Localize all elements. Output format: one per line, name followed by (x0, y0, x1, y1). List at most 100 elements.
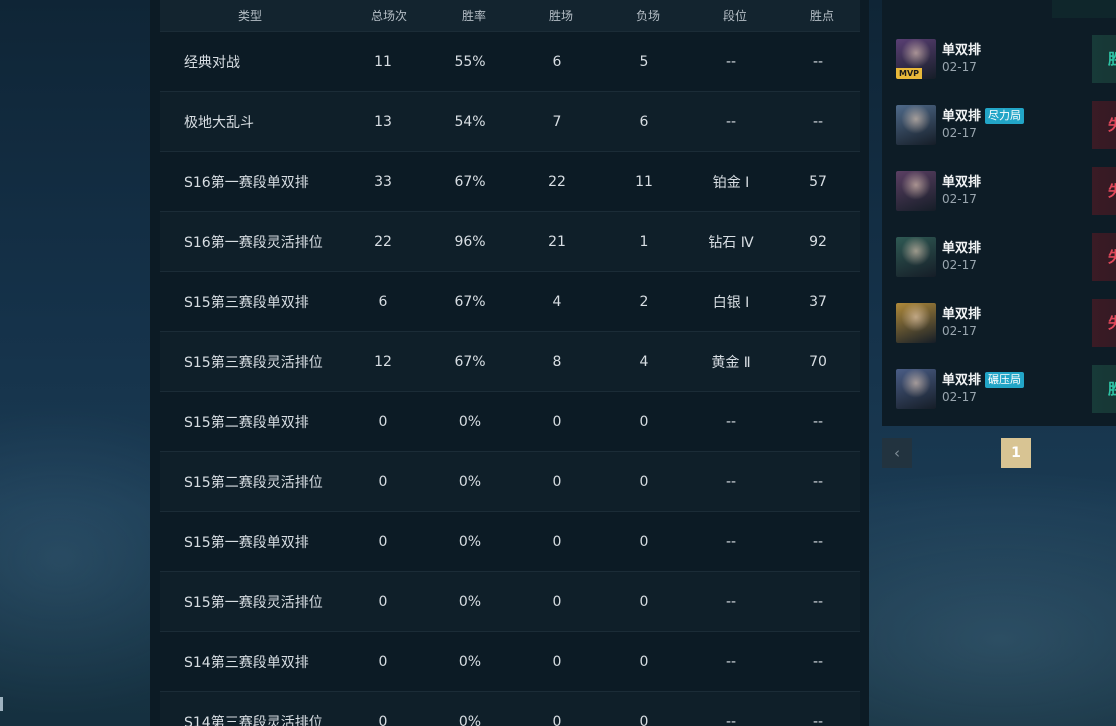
header-rank: 段位 (722, 9, 747, 23)
champion-icon (896, 105, 936, 145)
page-button-current[interactable]: 1 (1001, 438, 1031, 468)
cell-rank: -- (725, 53, 737, 70)
match-mode-label: 单双排 (942, 109, 982, 124)
cell-wins: 4 (552, 293, 562, 310)
cell-total: 0 (378, 533, 388, 550)
match-date: 02-17 (942, 126, 977, 140)
match-item[interactable]: 单双排 02-17 失败 (896, 297, 1116, 349)
cell-losses: 11 (635, 173, 653, 190)
cell-wins: 6 (552, 53, 562, 70)
cell-rate: 0% (458, 473, 482, 490)
champion-icon (896, 171, 936, 211)
rank-stats-table: 类型 总场次 胜率 胜场 负场 段位 胜点 经典对战 11 55% 6 5 -- -- 极地大… (160, 0, 860, 726)
cell-rank: -- (725, 413, 737, 430)
header-total: 总场次 (370, 9, 407, 23)
cell-wins: 0 (552, 713, 562, 726)
match-mode-label: 单双排 (942, 307, 982, 322)
match-mode: 单双排 碾压局 (942, 369, 1025, 388)
table-row: S15第一赛段单双排 0 0% 0 0 -- -- (160, 511, 860, 571)
cell-wins: 0 (552, 593, 562, 610)
match-mode-label: 单双排 (942, 241, 982, 256)
cell-rank: -- (725, 593, 737, 610)
match-result: 失败 (1092, 167, 1116, 215)
match-item[interactable]: MVP 单双排 02-17 胜利 (896, 33, 1116, 85)
champion-icon: MVP (896, 39, 936, 79)
cell-type: S15第三赛段单双排 (184, 294, 309, 311)
header-type: 类型 (237, 9, 262, 23)
scroll-edge-mark (0, 697, 3, 711)
cell-rate: 0% (458, 593, 482, 610)
cell-total: 13 (374, 113, 392, 130)
match-mode: 单双排 (942, 303, 981, 322)
cell-lp: -- (812, 413, 824, 430)
cell-losses: 6 (639, 113, 649, 130)
match-tag: 碾压局 (985, 372, 1025, 388)
cell-losses: 4 (639, 353, 649, 370)
cell-lp: 57 (809, 173, 827, 190)
prev-page-button[interactable]: ‹ (882, 438, 912, 468)
table-row: S14第三赛段单双排 0 0% 0 0 -- -- (160, 631, 860, 691)
cell-rate: 67% (454, 353, 486, 370)
cell-rank: -- (725, 533, 737, 550)
cell-lp: -- (812, 593, 824, 610)
cell-lp: 37 (809, 293, 827, 310)
champion-icon (896, 237, 936, 277)
cell-rank: -- (725, 713, 737, 726)
match-result: 失败 (1092, 233, 1116, 281)
cell-type: S15第三赛段灵活排位 (184, 354, 323, 371)
cell-rate: 67% (454, 293, 486, 310)
cell-losses: 0 (639, 533, 649, 550)
match-mode-label: 单双排 (942, 175, 982, 190)
cell-wins: 0 (552, 413, 562, 430)
cell-wins: 0 (552, 533, 562, 550)
cell-rate: 0% (458, 713, 482, 726)
match-mode: 单双排 (942, 237, 981, 256)
cell-rank: 黄金 Ⅱ (711, 354, 751, 371)
cell-rate: 67% (454, 173, 486, 190)
match-item[interactable]: 单双排 02-17 失败 (896, 165, 1116, 217)
cell-rank: -- (725, 113, 737, 130)
match-item[interactable]: 单双排碾压局 02-17 胜利 (896, 363, 1116, 415)
cell-losses: 0 (639, 413, 649, 430)
cell-type: S15第一赛段单双排 (184, 534, 309, 551)
table-row: S16第一赛段灵活排位 22 96% 21 1 钻石 Ⅳ 92 (160, 211, 860, 271)
cell-type: S16第一赛段灵活排位 (184, 234, 323, 251)
cell-total: 22 (374, 233, 392, 250)
match-item[interactable]: 单双排 02-17 失败 (896, 231, 1116, 283)
cell-losses: 1 (639, 233, 649, 250)
table-row: S14第三赛段灵活排位 0 0% 0 0 -- -- (160, 691, 860, 726)
match-result: 失败 (1092, 101, 1116, 149)
table-row: S15第二赛段灵活排位 0 0% 0 0 -- -- (160, 451, 860, 511)
cell-total: 33 (374, 173, 392, 190)
table-header: 类型 总场次 胜率 胜场 负场 段位 胜点 (160, 0, 860, 31)
cell-lp: -- (812, 473, 824, 490)
pagination: ‹ 1 (882, 438, 1116, 469)
cell-wins: 21 (548, 233, 566, 250)
match-date: 02-17 (942, 324, 977, 338)
cell-rate: 0% (458, 413, 482, 430)
cell-lp: -- (812, 113, 824, 130)
match-item[interactable]: 02-17 (896, 0, 1116, 6)
match-result: 胜利 (1092, 365, 1116, 413)
match-item[interactable]: 单双排尽力局 02-17 失败 (896, 99, 1116, 151)
mvp-badge: MVP (896, 68, 922, 79)
cell-losses: 0 (639, 713, 649, 726)
champion-icon (896, 303, 936, 343)
champion-icon (896, 369, 936, 409)
cell-wins: 8 (552, 353, 562, 370)
cell-total: 0 (378, 593, 388, 610)
cell-type: 经典对战 (184, 54, 240, 71)
match-date: 02-17 (942, 60, 977, 74)
cell-type: S15第一赛段灵活排位 (184, 594, 323, 611)
header-rate: 胜率 (461, 9, 486, 23)
cell-rate: 55% (454, 53, 486, 70)
match-date: 02-17 (942, 258, 977, 272)
cell-rank: 钻石 Ⅳ (708, 234, 754, 251)
cell-lp: -- (812, 713, 824, 726)
header-wins: 胜场 (548, 9, 573, 23)
table-row: S15第二赛段单双排 0 0% 0 0 -- -- (160, 391, 860, 451)
cell-rank: 铂金 Ⅰ (712, 174, 750, 191)
cell-wins: 0 (552, 473, 562, 490)
match-tag: 尽力局 (985, 108, 1025, 124)
cell-type: S15第二赛段灵活排位 (184, 474, 323, 491)
